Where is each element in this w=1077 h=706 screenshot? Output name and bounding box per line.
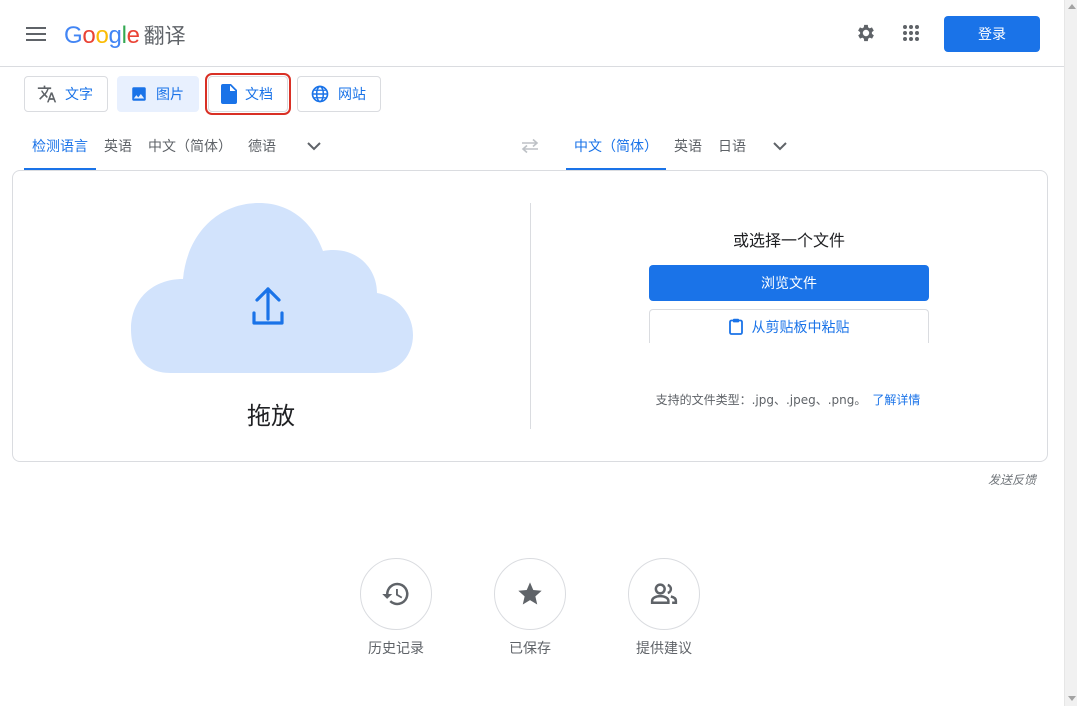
top-bar: Google 翻译 登录 xyxy=(0,0,1064,67)
swap-arrows-icon xyxy=(521,138,539,154)
swap-languages-button[interactable] xyxy=(516,134,544,158)
clipboard-icon xyxy=(728,318,743,335)
chevron-down-icon xyxy=(773,141,787,150)
chevron-down-icon xyxy=(307,141,321,150)
main-menu-button[interactable] xyxy=(18,18,54,50)
history-label: 历史记录 xyxy=(368,641,424,657)
drop-label: 拖放 xyxy=(247,402,295,430)
supported-types-text: 支持的文件类型：.jpg、.jpeg、.png。 xyxy=(655,393,867,407)
tab-image[interactable]: 图片 xyxy=(117,76,199,112)
source-lang-more-button[interactable] xyxy=(294,122,334,170)
apps-grid-icon xyxy=(903,25,919,41)
contribute-button[interactable]: 提供建议 xyxy=(609,558,719,658)
settings-button[interactable] xyxy=(853,20,879,46)
google-wordmark: Google xyxy=(64,22,140,49)
globe-icon xyxy=(311,85,329,103)
saved-label: 已保存 xyxy=(509,641,551,657)
translate-icon xyxy=(37,85,57,103)
cloud-upload-icon xyxy=(131,203,413,373)
target-lang-english[interactable]: 英语 xyxy=(666,122,710,170)
sign-in-button[interactable]: 登录 xyxy=(944,16,1040,52)
send-feedback-link[interactable]: 发送反馈 xyxy=(960,471,1036,488)
gear-icon xyxy=(858,24,874,42)
source-language-bar: 检测语言 英语 中文（简体） 德语 xyxy=(24,122,334,170)
hamburger-menu-icon xyxy=(26,27,46,41)
target-lang-more-button[interactable] xyxy=(760,122,800,170)
tab-document[interactable]: 文档 xyxy=(205,73,291,115)
tab-website-label: 网站 xyxy=(338,87,366,103)
source-lang-english[interactable]: 英语 xyxy=(96,122,140,170)
learn-more-link[interactable]: 了解详情 xyxy=(872,393,920,407)
tab-text[interactable]: 文字 xyxy=(24,76,108,112)
product-name: 翻译 xyxy=(143,24,186,48)
target-lang-japanese[interactable]: 日语 xyxy=(710,122,754,170)
document-icon xyxy=(221,84,237,104)
saved-circle xyxy=(494,558,566,630)
upload-panel: 拖放 或选择一个文件 浏览文件 从剪贴板中粘贴 支持的文件类型：.jpg、.jp… xyxy=(12,170,1048,462)
supported-file-types: 支持的文件类型：.jpg、.jpeg、.png。 了解详情 xyxy=(603,391,973,408)
target-lang-chinese[interactable]: 中文（简体） xyxy=(566,122,666,170)
drop-zone[interactable] xyxy=(131,201,413,377)
source-lang-detect[interactable]: 检测语言 xyxy=(24,122,96,170)
history-button[interactable]: 历史记录 xyxy=(341,558,451,658)
image-icon xyxy=(132,87,146,101)
tab-website[interactable]: 网站 xyxy=(297,76,381,112)
scroll-up-icon[interactable] xyxy=(1068,4,1076,9)
apps-button[interactable] xyxy=(898,20,924,46)
page-scrollbar[interactable] xyxy=(1064,0,1077,706)
browse-files-button[interactable]: 浏览文件 xyxy=(649,265,929,301)
source-lang-chinese[interactable]: 中文（简体） xyxy=(140,122,240,170)
history-circle xyxy=(360,558,432,630)
source-lang-german[interactable]: 德语 xyxy=(240,122,284,170)
translation-mode-tabs: 文字 图片 文档 网站 xyxy=(24,73,390,115)
target-language-bar: 中文（简体） 英语 日语 xyxy=(566,122,800,170)
star-icon xyxy=(518,582,542,605)
contribute-label: 提供建议 xyxy=(636,641,692,657)
saved-button[interactable]: 已保存 xyxy=(475,558,585,658)
tab-document-label: 文档 xyxy=(245,87,273,103)
history-icon xyxy=(382,582,409,606)
tab-image-label: 图片 xyxy=(156,87,184,103)
google-translate-logo[interactable]: Google 翻译 xyxy=(64,20,186,50)
scroll-down-icon[interactable] xyxy=(1068,696,1076,701)
paste-from-clipboard-button[interactable]: 从剪贴板中粘贴 xyxy=(649,309,929,343)
tab-text-label: 文字 xyxy=(65,87,93,103)
panel-divider xyxy=(530,203,531,429)
paste-button-label: 从剪贴板中粘贴 xyxy=(751,319,850,336)
contribute-circle xyxy=(628,558,700,630)
people-icon xyxy=(650,583,678,604)
choose-file-label: 或选择一个文件 xyxy=(732,231,845,250)
